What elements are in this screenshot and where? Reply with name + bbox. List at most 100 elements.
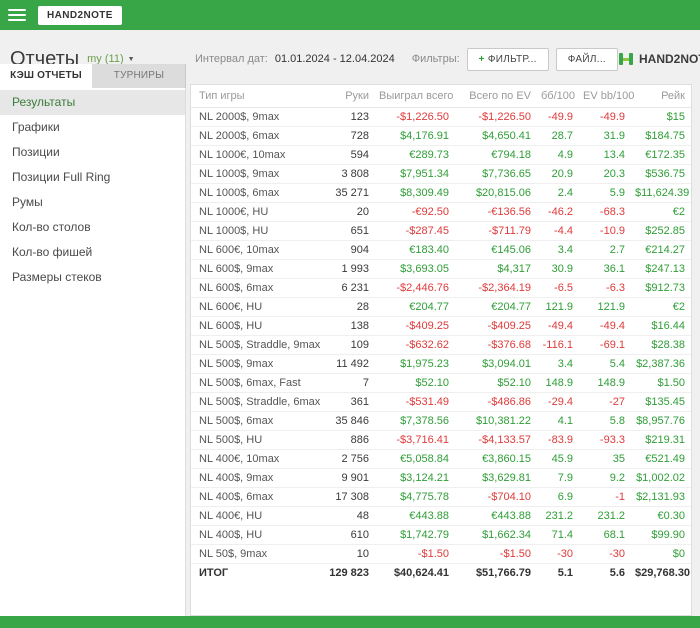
ev-cell: $4,317 [455,259,537,279]
won-cell: -$531.49 [375,392,455,412]
evbb-cell: -10.9 [579,221,631,241]
hands-cell: 48 [323,506,375,526]
hand2note-icon [618,53,633,65]
ev-cell: $3,094.01 [455,354,537,374]
col-ev-total[interactable]: Всего по EV [455,85,537,108]
col-game-type[interactable]: Тип игры [191,85,323,108]
ev-cell: $7,736.65 [455,164,537,184]
file-button[interactable]: ФАЙЛ... [555,47,618,71]
ev-cell: $20,815.06 [455,183,537,203]
game-cell: NL 500$, Straddle, 9max [191,335,323,355]
table-row[interactable]: NL 2000$, 6max 728 $4,176.91 $4,650.41 28.7 3… [191,126,691,146]
rake-cell: €521.49 [631,449,691,469]
table-row[interactable]: NL 600€, HU 28 €204.77 €204.77 121.9 121.9 €2 [191,297,691,317]
table-row[interactable]: NL 1000$, 6max 35 271 $8,309.49 $20,815.06 2… [191,183,691,203]
rake-cell: $2,131.93 [631,487,691,507]
table-row[interactable]: NL 600$, 6max 6 231 -$2,446.76 -$2,364.19 -6… [191,278,691,298]
bb-cell: -4.4 [537,221,579,241]
col-won-total[interactable]: Выиграл всего [375,85,455,108]
game-cell: NL 2000$, 9max [191,107,323,127]
game-cell: NL 600€, 10max [191,240,323,260]
hands-cell: 594 [323,145,375,165]
filters-label: Фильтры: [411,53,460,65]
add-filter-button[interactable]: + ФИЛЬТР... [466,47,549,71]
ev-cell: -$1.50 [455,544,537,564]
won-cell: $7,378.56 [375,411,455,431]
ev-cell: -$1,226.50 [455,107,537,127]
tab-tournaments[interactable]: ТУРНИРЫ [93,64,186,88]
game-cell: NL 500$, 6max [191,411,323,431]
won-cell: -$2,446.76 [375,278,455,298]
col-bb100[interactable]: бб/100 [537,85,579,108]
col-rake[interactable]: Рейк [631,85,691,108]
bb-cell: -83.9 [537,430,579,450]
table-row[interactable]: NL 1000$, HU 651 -$287.45 -$711.79 -4.4 -10.9… [191,221,691,241]
evbb-cell: 36.1 [579,259,631,279]
table-row[interactable]: NL 2000$, 9max 123 -$1,226.50 -$1,226.50 -49… [191,107,691,127]
table-row[interactable]: NL 400€, 10max 2 756 €5,058.84 €3,860.15 45.… [191,449,691,469]
ev-cell: -$2,364.19 [455,278,537,298]
table-row[interactable]: NL 500$, Straddle, 9max 109 -$632.62 -$376.… [191,335,691,355]
bb-cell: -116.1 [537,335,579,355]
bb-cell: 30.9 [537,259,579,279]
game-cell: NL 1000$, 9max [191,164,323,184]
bb-cell: 3.4 [537,354,579,374]
table-row[interactable]: NL 500$, 9max 11 492 $1,975.23 $3,094.01 3.4… [191,354,691,374]
date-range[interactable]: 01.01.2024 - 12.04.2024 [275,53,395,65]
total-won-cell: $40,624.41 [375,563,455,583]
won-cell: $1,742.79 [375,525,455,545]
col-ev-bb100[interactable]: EV bb/100 [579,85,634,108]
table-row[interactable]: NL 600$, HU 138 -$409.25 -$409.25 -49.4 -49.4… [191,316,691,336]
evbb-cell: -1 [579,487,631,507]
hands-cell: 7 [323,373,375,393]
sidebar-item[interactable]: Румы [0,190,185,215]
table-row[interactable]: NL 500$, 6max 35 846 $7,378.56 $10,381.22 4.… [191,411,691,431]
table-row[interactable]: NL 50$, 9max 10 -$1.50 -$1.50 -30 -30 $0 [191,544,691,564]
ev-cell: $1,662.34 [455,525,537,545]
ev-cell: -$711.79 [455,221,537,241]
bb-cell: 3.4 [537,240,579,260]
sidebar-item[interactable]: Результаты [0,90,185,115]
sidebar-item[interactable]: Графики [0,115,185,140]
bb-cell: -46.2 [537,202,579,222]
table-row[interactable]: NL 400€, HU 48 €443.88 €443.88 231.2 231.2 €0.… [191,506,691,526]
ev-cell: €443.88 [455,506,537,526]
sidebar-item[interactable]: Кол-во фишей [0,240,185,265]
rake-cell: $912.73 [631,278,691,298]
ev-cell: €794.18 [455,145,537,165]
file-button-label: ФАЙЛ... [567,53,606,65]
ev-cell: €204.77 [455,297,537,317]
table-row[interactable]: NL 600€, 10max 904 €183.40 €145.06 3.4 2.7 €21… [191,240,691,260]
won-cell: $1,975.23 [375,354,455,374]
table-row[interactable]: NL 500$, 6max, Fast 7 $52.10 $52.10 148.9 148… [191,373,691,393]
evbb-cell: -49.4 [579,316,631,336]
sidebar-item[interactable]: Позиции Full Ring [0,165,185,190]
sidebar-item[interactable]: Размеры стеков [0,265,185,290]
table-row[interactable]: NL 500$, HU 886 -$3,716.41 -$4,133.57 -83.9-… [191,430,691,450]
report-controls: Интервал дат: 01.01.2024 - 12.04.2024 Фи… [195,47,618,71]
hands-cell: 28 [323,297,375,317]
rake-cell: $219.31 [631,430,691,450]
table-row[interactable]: NL 400$, 9max 9 901 $3,124.21 $3,629.81 7.9 9… [191,468,691,488]
sidebar-item[interactable]: Позиции [0,140,185,165]
table-row[interactable]: NL 600$, 9max 1 993 $3,693.05 $4,317 30.9 36.… [191,259,691,279]
table-row[interactable]: NL 400$, HU 610 $1,742.79 $1,662.34 71.4 68.1… [191,525,691,545]
sidebar-item[interactable]: Кол-во столов [0,215,185,240]
menu-icon[interactable] [8,9,26,21]
won-cell: $3,693.05 [375,259,455,279]
table-row[interactable]: NL 1000€, 10max 594 €289.73 €794.18 4.9 13.4 €… [191,145,691,165]
table-row[interactable]: NL 1000€, HU 20 -€92.50 -€136.56 -46.2 -68.3 €… [191,202,691,222]
total-evbb-cell: 5.6 [579,563,631,583]
date-interval-label: Интервал дат: [195,53,268,65]
tab-cash[interactable]: КЭШ ОТЧЕТЫ [0,64,93,88]
results-panel: Тип игры Руки Выиграл всего Всего по EV … [190,84,692,616]
col-hands[interactable]: Руки [323,85,375,108]
table-row[interactable]: NL 1000$, 9max 3 808 $7,951.34 $7,736.65 20.… [191,164,691,184]
top-bar: HAND2NOTE [0,0,700,30]
bb-cell: 45.9 [537,449,579,469]
add-filter-label: ФИЛЬТР... [487,53,537,65]
won-cell: $7,951.34 [375,164,455,184]
table-row[interactable]: NL 500$, Straddle, 6max 361 -$531.49 -$486.… [191,392,691,412]
table-row[interactable]: NL 400$, 6max 17 308 $4,775.78 -$704.10 6.9-… [191,487,691,507]
won-cell: €289.73 [375,145,455,165]
